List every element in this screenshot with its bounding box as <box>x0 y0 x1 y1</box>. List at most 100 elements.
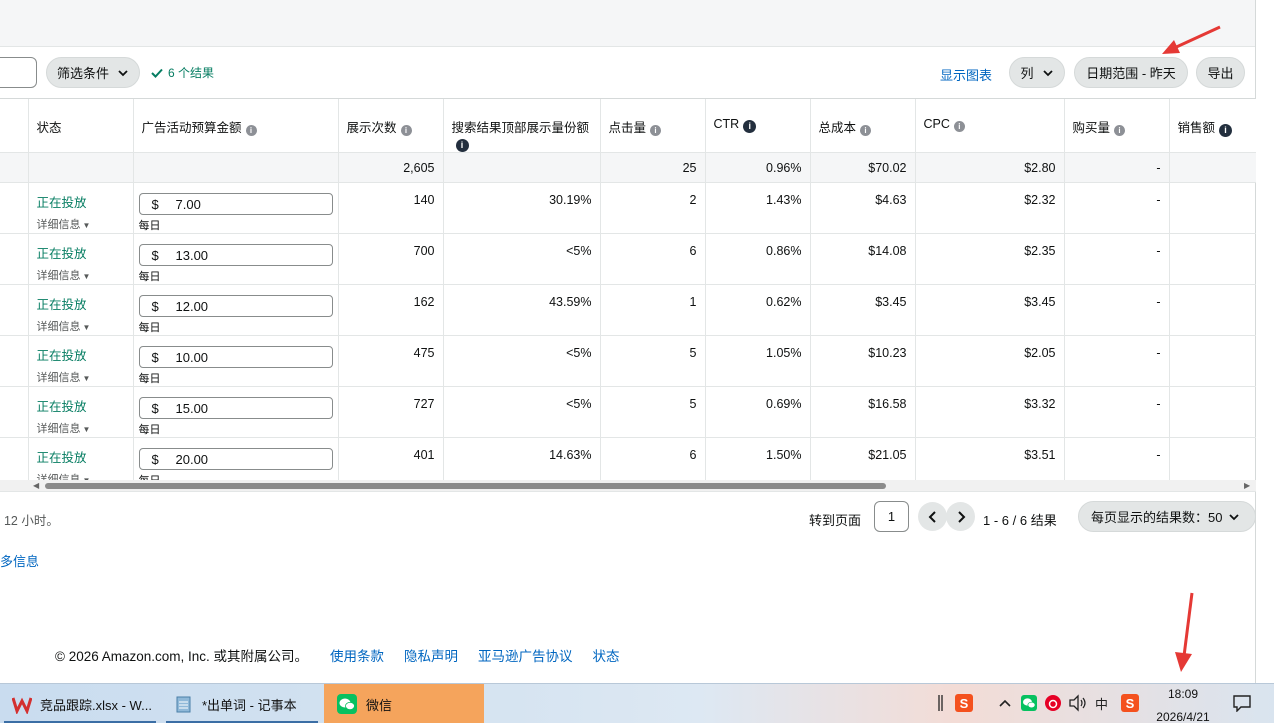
col-header-cost[interactable]: 总成本 i <box>810 99 916 153</box>
status-badge: 正在投放 <box>36 298 87 312</box>
ctr-cell: 1.50% <box>705 437 811 480</box>
chevron-left-icon <box>928 510 936 523</box>
export-button[interactable]: 导出 <box>1196 57 1245 88</box>
info-icon[interactable]: i <box>1114 125 1126 136</box>
horizontal-scrollbar[interactable]: ◀ ▶ <box>0 480 1256 492</box>
next-page-button[interactable] <box>946 502 975 531</box>
status-cell: 正在投放详细信息▼ <box>28 437 134 480</box>
details-dropdown[interactable]: 详细信息▼ <box>37 471 125 480</box>
show-chart-link[interactable]: 显示图表 <box>940 65 992 84</box>
tray-expand-icon[interactable] <box>998 692 1012 714</box>
info-icon[interactable]: i <box>245 125 257 136</box>
ime-indicator[interactable]: 中 <box>1095 692 1108 714</box>
netease-music-icon[interactable] <box>1044 692 1062 714</box>
chevron-down-icon <box>1229 513 1240 520</box>
impressions-cell: 162 <box>338 284 444 336</box>
col-header-cpc[interactable]: CPC i <box>915 99 1065 153</box>
col-header-budget[interactable]: 广告活动预算金额 i <box>133 99 339 153</box>
col-header-top-share[interactable]: 搜索结果顶部展示量份额i <box>443 99 601 153</box>
col-header-status[interactable]: 状态 <box>28 99 134 153</box>
clicks-cell: 1 <box>600 284 706 336</box>
budget-cell: $15.00 每日 <box>133 386 339 438</box>
scroll-left-icon[interactable]: ◀ <box>33 481 39 490</box>
purchases-cell: - <box>1064 335 1170 387</box>
columns-button[interactable]: 列 <box>1009 57 1065 88</box>
info-icon[interactable]: i <box>400 125 412 136</box>
budget-cell: $10.00 每日 <box>133 335 339 387</box>
row-checkbox-cell <box>0 335 29 387</box>
caret-down-icon: ▼ <box>82 221 91 230</box>
footer-link-terms[interactable]: 使用条款 <box>330 645 384 665</box>
per-page-select[interactable]: 每页显示的结果数：50 <box>1078 501 1256 532</box>
taskbar-item-wps[interactable]: 竞品跟踪.xlsx - W... <box>0 684 160 723</box>
info-icon[interactable]: i <box>743 120 757 133</box>
budget-input[interactable]: $13.00 <box>138 244 333 266</box>
total-impressions: 2,605 <box>338 152 444 183</box>
notification-icon[interactable] <box>1232 692 1252 714</box>
status-cell: 正在投放详细信息▼ <box>28 233 134 285</box>
top-share-cell: <5% <box>443 386 601 438</box>
top-share-cell: 30.19% <box>443 182 601 234</box>
cpc-cell: $2.32 <box>915 182 1065 234</box>
goto-page-input[interactable]: 1 <box>874 501 909 532</box>
budget-cell: $7.00 每日 <box>133 182 339 234</box>
volume-icon[interactable] <box>1068 692 1088 714</box>
sogou-icon[interactable]: S <box>954 692 974 714</box>
budget-period: 每日 <box>138 424 161 436</box>
details-dropdown[interactable]: 详细信息▼ <box>37 216 125 232</box>
system-clock[interactable]: 18:09 2026/4/21 <box>1148 686 1218 723</box>
annotation-arrow-icon <box>1162 25 1221 54</box>
taskbar-item-notepad[interactable]: *出单词 - 记事本 <box>162 684 322 723</box>
more-info-link[interactable]: 更多信息 <box>0 551 39 570</box>
footer-link-privacy[interactable]: 隐私声明 <box>404 645 458 665</box>
budget-input[interactable]: $10.00 <box>138 346 333 368</box>
budget-input[interactable]: $15.00 <box>138 397 333 419</box>
footer-link-ad-agreement[interactable]: 亚马逊广告协议 <box>478 645 573 665</box>
col-header-clicks[interactable]: 点击量 i <box>600 99 706 153</box>
sales-cell <box>1169 335 1256 387</box>
scrollbar-thumb[interactable] <box>45 483 886 489</box>
col-header-sales[interactable]: 销售额 i <box>1169 99 1256 153</box>
search-input[interactable] <box>0 57 37 88</box>
export-label: 导出 <box>1207 66 1234 81</box>
col-header-impressions[interactable]: 展示次数 i <box>338 99 444 153</box>
col-header-ctr[interactable]: CTR i <box>705 99 811 153</box>
columns-label: 列 <box>1020 66 1034 81</box>
status-badge: 正在投放 <box>36 196 87 210</box>
sales-cell <box>1169 284 1256 336</box>
info-icon[interactable]: i <box>650 125 662 136</box>
info-icon[interactable]: i <box>455 139 469 152</box>
details-dropdown[interactable]: 详细信息▼ <box>37 267 125 283</box>
budget-period: 每日 <box>138 220 161 232</box>
details-dropdown[interactable]: 详细信息▼ <box>37 369 125 385</box>
info-icon[interactable]: i <box>953 121 965 132</box>
filter-button[interactable]: 筛选条件 <box>46 57 140 88</box>
sogou-ime-icon[interactable]: S <box>1120 692 1140 714</box>
info-icon[interactable]: i <box>860 125 872 136</box>
app-page: 筛选条件 6 个结果 显示图表 列 日期范围 - 昨天 导出 状态 广告活动预算 <box>0 0 1274 723</box>
row-checkbox-cell <box>0 284 29 336</box>
date-range-button[interactable]: 日期范围 - 昨天 <box>1074 57 1188 88</box>
col-header-purchases[interactable]: 购买量 i <box>1064 99 1170 153</box>
budget-value: 15.00 <box>175 400 209 416</box>
budget-input[interactable]: $20.00 <box>138 448 333 470</box>
wechat-tray-icon[interactable] <box>1020 692 1038 714</box>
taskbar-item-label: 微信 <box>366 697 393 713</box>
taskbar-item-wechat[interactable]: 微信 <box>324 684 484 723</box>
details-dropdown[interactable]: 详细信息▼ <box>37 318 125 334</box>
budget-input[interactable]: $12.00 <box>138 295 333 317</box>
total-ctr: 0.96% <box>705 152 811 183</box>
purchases-cell: - <box>1064 284 1170 336</box>
table-row: 正在投放 详细信息 ▼ $13.00 每日 700 <5% 6 0.86% $14.08 $2.35… <box>0 233 1256 285</box>
details-dropdown[interactable]: 详细信息▼ <box>37 420 125 436</box>
prev-page-button[interactable] <box>918 502 947 531</box>
scroll-right-icon[interactable]: ▶ <box>1244 481 1250 490</box>
ctr-cell: 1.43% <box>705 182 811 234</box>
purchases-cell: - <box>1064 386 1170 438</box>
budget-input[interactable]: $7.00 <box>138 193 333 215</box>
sales-cell <box>1169 182 1256 234</box>
info-icon[interactable]: i <box>1219 124 1233 137</box>
status-cell: 正在投放详细信息▼ <box>28 386 134 438</box>
currency-symbol: $ <box>151 400 159 416</box>
footer-link-status[interactable]: 状态 <box>593 645 620 665</box>
